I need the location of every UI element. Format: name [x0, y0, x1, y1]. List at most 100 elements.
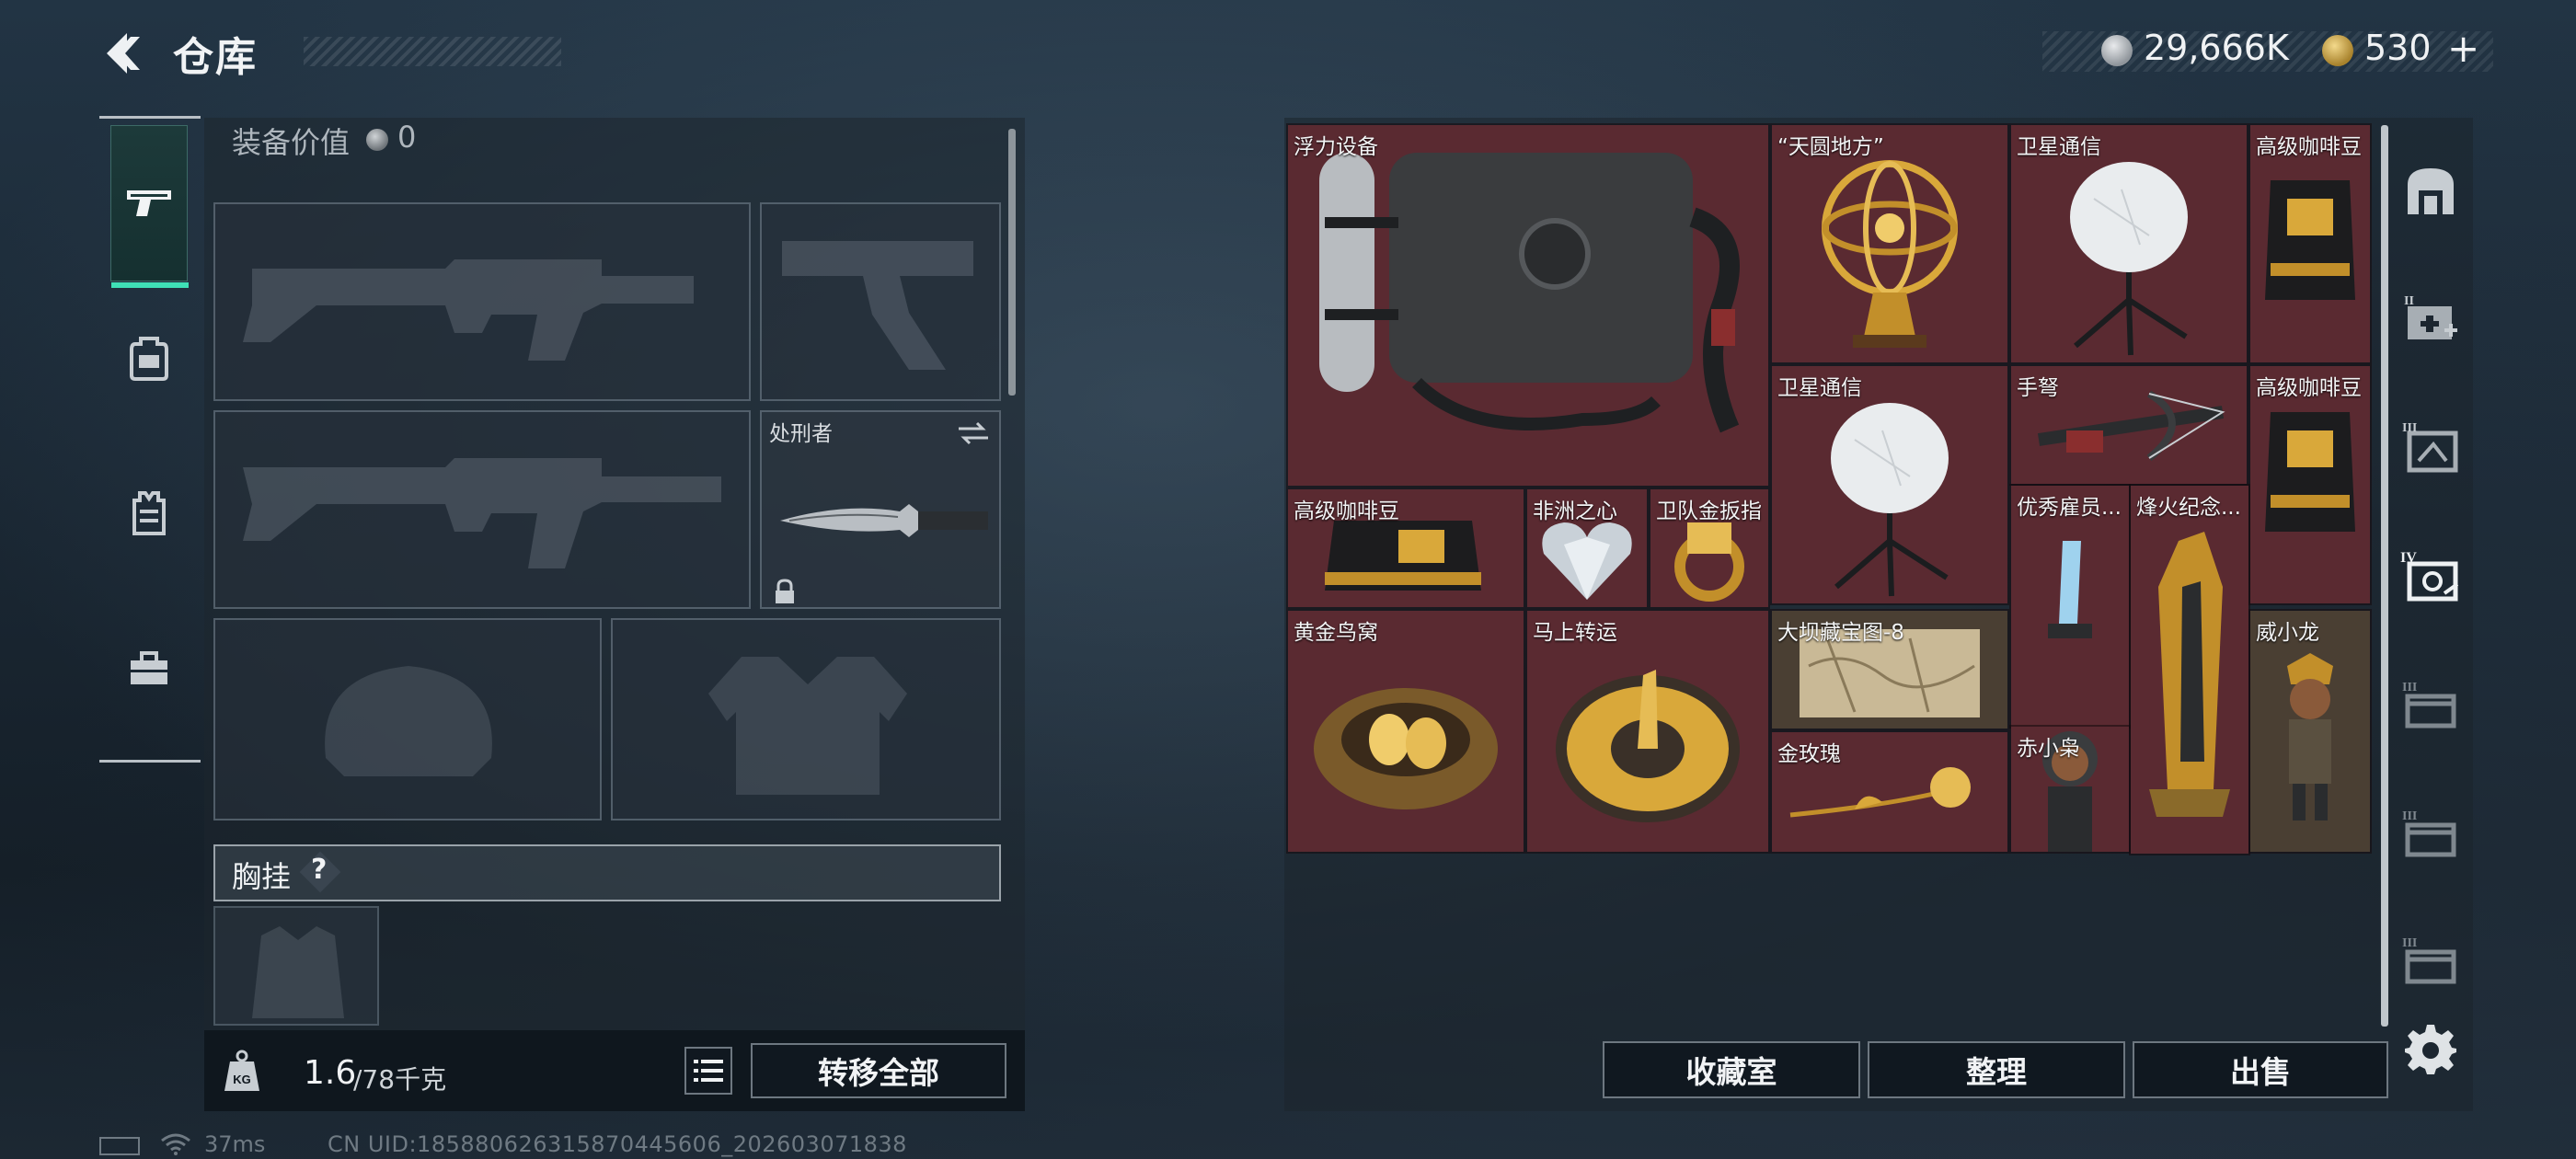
premium-amount: 530 [2364, 28, 2432, 68]
right-category-tier3-case[interactable]: III [2396, 412, 2466, 482]
buoyancy-device-icon [1319, 153, 1740, 433]
item-name: 大坝藏宝图-8 [1777, 621, 1904, 645]
stash-item[interactable]: 卫星通信 [2009, 123, 2248, 364]
item-name: 优秀雇员... [2017, 496, 2122, 520]
melee-weapon-slot[interactable]: 处刑者 [760, 410, 1001, 609]
satellite-dish-icon [2070, 162, 2188, 356]
equipment-value: 0 [397, 120, 417, 155]
tier3-box-icon: III [2402, 681, 2456, 729]
sell-button[interactable]: 出售 [2133, 1041, 2388, 1098]
sort-button[interactable]: 整理 [1868, 1041, 2125, 1098]
primary-weapon-slot[interactable] [213, 202, 751, 401]
svg-text:III: III [2402, 681, 2417, 694]
right-category-tier4[interactable]: IV [2396, 541, 2466, 611]
stash-item[interactable]: “天圆地方” [1770, 123, 2009, 364]
premium-currency-icon [2322, 35, 2353, 66]
list-view-button[interactable] [684, 1047, 732, 1095]
body-armor-slot[interactable] [611, 618, 1001, 820]
tier3-case-icon: III [2402, 421, 2458, 473]
chest-rig-silhouette-icon [252, 926, 344, 1018]
svg-text:III: III [2402, 936, 2417, 950]
item-name: 卫星通信 [2017, 135, 2101, 159]
stash-grid: 浮力设备 “天圆地方” 卫星通信 高级咖啡豆 卫星通信 手弩 高级咖啡豆 高级咖… [1286, 123, 2374, 855]
rifle-silhouette-icon [243, 259, 694, 361]
stash-item[interactable]: 高级咖啡豆 [1286, 488, 1525, 609]
stash-item[interactable]: 卫星通信 [1770, 364, 2009, 605]
chest-rig-slot[interactable] [213, 906, 379, 1026]
coin-amount: 29,666K [2144, 28, 2289, 68]
item-name: 卫星通信 [1777, 376, 1862, 400]
item-name: 赤小枭 [2017, 737, 2080, 761]
item-name: “天圆地方” [1777, 135, 1884, 159]
coffee-bag-icon [2265, 412, 2355, 532]
golden-nest-icon [1314, 688, 1498, 809]
right-category-tier3-box-1[interactable]: III [2396, 670, 2466, 740]
title-decoration [304, 37, 561, 66]
tier3-box-icon: III [2402, 809, 2456, 857]
coin-icon [2101, 35, 2133, 66]
fortune-disc-icon [1556, 670, 1740, 822]
equipment-category-column [99, 116, 201, 765]
settings-button[interactable] [2405, 1023, 2456, 1074]
tier3-box-icon: III [2402, 936, 2456, 984]
employee-trophy-icon [2048, 541, 2092, 638]
stash-item[interactable]: 赤小枭 [2009, 725, 2131, 854]
item-name: 威小龙 [2256, 621, 2319, 645]
right-category-tier2[interactable]: II [2396, 283, 2466, 353]
helmet-slot[interactable] [213, 618, 602, 820]
rifle-silhouette-icon [243, 458, 721, 568]
stash-item[interactable]: 威小龙 [2248, 609, 2372, 854]
stash-item[interactable]: 浮力设备 [1286, 123, 1770, 488]
stash-item[interactable]: 烽火纪念... [2129, 484, 2250, 855]
stash-item[interactable]: 手弩 [2009, 364, 2248, 486]
stash-item[interactable]: 马上转运 [1525, 609, 1770, 854]
transfer-all-button[interactable]: 转移全部 [751, 1043, 1006, 1098]
list-icon [694, 1060, 723, 1082]
collection-room-button[interactable]: 收藏室 [1603, 1041, 1860, 1098]
armillary-sphere-icon [1822, 160, 1958, 348]
page-title: 仓库 [173, 34, 258, 81]
back-arrow-icon [107, 33, 140, 74]
item-name: 非洲之心 [1533, 499, 1617, 523]
category-weapons[interactable] [110, 125, 189, 288]
right-category-tier3-box-3[interactable]: III [2396, 925, 2466, 995]
category-toolbox[interactable] [110, 631, 188, 708]
right-category-tier3-box-2[interactable]: III [2396, 798, 2466, 868]
armor-vest-icon [132, 491, 166, 535]
stash-item[interactable]: 优秀雇员... [2009, 484, 2131, 729]
uid-label: CN UID:18588062631587044​5606_2026030718… [328, 1131, 907, 1157]
svg-text:IV: IV [2400, 550, 2417, 566]
stash-scrollbar[interactable] [2381, 125, 2388, 1027]
primary-weapon-slot-2[interactable] [213, 410, 751, 609]
ping-value: 37ms [204, 1131, 266, 1157]
stash-item[interactable]: 黄金鸟窝 [1286, 609, 1525, 854]
melee-weapon-name: 处刑者 [769, 422, 833, 446]
pistol-silhouette-icon [782, 241, 973, 370]
item-name: 烽火纪念... [2136, 496, 2241, 520]
svg-text:III: III [2402, 421, 2417, 435]
item-name: 高级咖啡豆 [2256, 135, 2362, 159]
chest-rig-label: 胸挂 [232, 859, 292, 894]
secondary-weapon-slot[interactable] [760, 202, 1001, 401]
category-divider [99, 760, 201, 763]
right-category-safehouse[interactable] [2396, 156, 2466, 226]
stash-item[interactable]: 高级咖啡豆 [2248, 123, 2372, 364]
equipment-scrollbar[interactable] [1008, 129, 1016, 396]
category-armor[interactable] [110, 475, 188, 552]
back-button[interactable] [99, 28, 155, 79]
equipment-value-label: 装备价值 [232, 125, 351, 160]
item-name: 卫队金扳指 [1656, 499, 1762, 523]
wifi-icon [160, 1133, 191, 1155]
stash-item[interactable]: 非洲之心 [1525, 488, 1649, 609]
toolbox-icon [131, 651, 167, 684]
coin-icon [366, 129, 388, 151]
stash-item[interactable]: 高级咖啡豆 [2248, 364, 2372, 605]
vest-silhouette-icon [708, 657, 907, 795]
stash-item[interactable]: 卫队金扳指 [1649, 488, 1770, 609]
stash-item[interactable]: 大坝藏宝图-8 [1770, 609, 2009, 730]
tier4-case-icon: IV [2400, 550, 2459, 602]
swap-icon[interactable] [957, 419, 990, 447]
stash-item[interactable]: 金玫瑰 [1770, 730, 2009, 854]
category-backpack[interactable] [110, 318, 188, 396]
add-currency-button[interactable]: + [2447, 26, 2479, 71]
